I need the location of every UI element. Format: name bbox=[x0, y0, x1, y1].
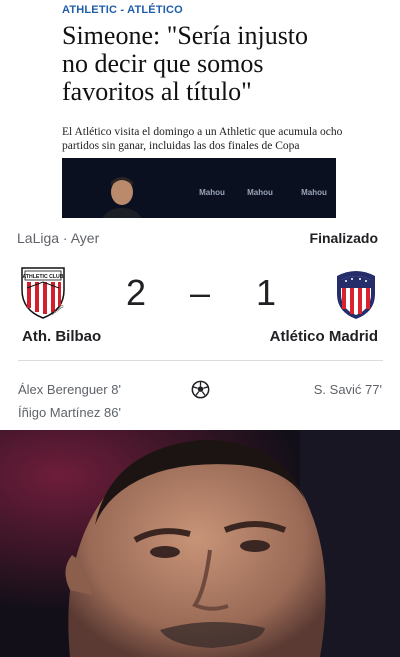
coach-closeup-photo[interactable] bbox=[0, 430, 400, 657]
lede-line: partidos sin ganar, incluidas las dos fi… bbox=[62, 140, 300, 152]
home-score: 2 bbox=[125, 272, 147, 313]
away-scorer: S. Savić 77' bbox=[313, 382, 382, 397]
article-kicker[interactable]: ATHLETIC - ATLÉTICO bbox=[62, 4, 183, 16]
home-scorer: Íñigo Martínez 86' bbox=[18, 405, 121, 420]
ad-board: Mahou bbox=[301, 188, 327, 197]
divider bbox=[18, 360, 383, 361]
headline-line: Simeone: "Sería injusto bbox=[62, 21, 309, 50]
home-scorer: Álex Berenguer 8' bbox=[18, 382, 121, 397]
headline-line: favoritos al título" bbox=[62, 77, 252, 106]
match-status: Finalizado bbox=[309, 230, 378, 246]
news-article-snippet: ATHLETIC - ATLÉTICO Simeone: "Sería inju… bbox=[0, 0, 400, 218]
score-separator: – bbox=[189, 272, 211, 313]
competition-date: LaLiga · Ayer bbox=[17, 230, 100, 246]
coach-photo-figure bbox=[102, 177, 142, 218]
article-headline[interactable]: Simeone: "Sería injusto no decir que som… bbox=[62, 22, 362, 106]
headline-line: no decir que somos bbox=[62, 49, 264, 78]
lede-line: El Atlético visita el domingo a un Athle… bbox=[62, 126, 343, 138]
match-score-card[interactable]: LaLiga · Ayer Finalizado ATHLETIC CLUB B… bbox=[0, 218, 400, 430]
article-lede: El Atlético visita el domingo a un Athle… bbox=[62, 125, 362, 153]
soccer-ball-icon bbox=[191, 380, 210, 399]
athletic-club-crest-icon[interactable]: ATHLETIC CLUB BILBAO bbox=[18, 266, 68, 320]
home-team-name[interactable]: Ath. Bilbao bbox=[22, 328, 101, 345]
crest-club-name: ATHLETIC CLUB bbox=[22, 274, 63, 280]
coach-closeup-illustration bbox=[0, 430, 400, 657]
away-team-name[interactable]: Atlético Madrid bbox=[270, 328, 378, 345]
ad-board: Mahou bbox=[199, 188, 225, 197]
article-photo[interactable]: Mahou Mahou Mahou bbox=[62, 158, 336, 218]
away-score: 1 bbox=[255, 272, 277, 313]
ad-board: Mahou bbox=[247, 188, 273, 197]
atletico-madrid-crest-icon[interactable] bbox=[331, 266, 381, 320]
